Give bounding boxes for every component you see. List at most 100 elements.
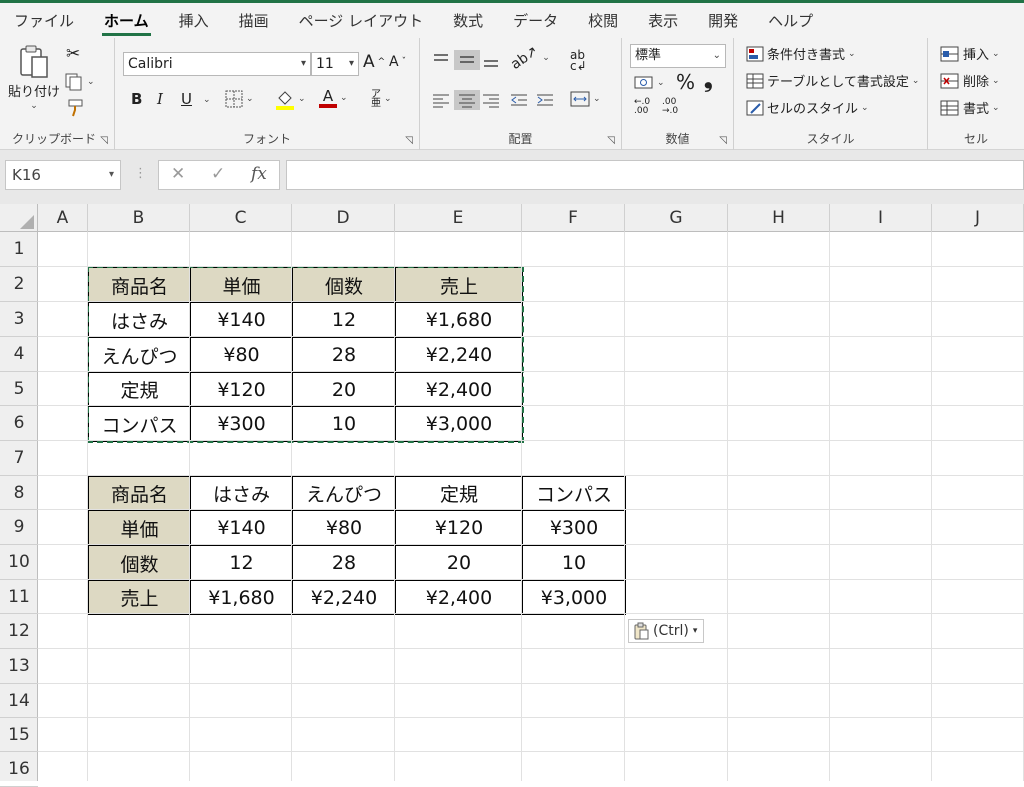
column-header[interactable]: E	[395, 204, 522, 232]
align-left-button[interactable]	[432, 92, 450, 108]
select-all-button[interactable]	[0, 204, 38, 232]
table-cell[interactable]: 10	[292, 406, 396, 442]
row-header[interactable]: 16	[0, 752, 38, 787]
column-header[interactable]: C	[190, 204, 292, 232]
row-header[interactable]: 8	[0, 476, 38, 510]
format-as-table-button[interactable]: テーブルとして書式設定 ⌄	[746, 71, 919, 90]
column-header[interactable]: H	[728, 204, 830, 232]
font-name-combo[interactable]: Calibri ▾	[123, 52, 311, 76]
formula-bar-grip-icon[interactable]: ⋮	[134, 166, 147, 181]
cell-styles-button[interactable]: セルのスタイル ⌄	[746, 98, 869, 117]
italic-button[interactable]: I	[157, 90, 163, 108]
table-header-cell[interactable]: 単価	[190, 267, 293, 303]
table-cell[interactable]: ¥2,400	[395, 580, 523, 615]
increase-font-size-icon[interactable]: A ^	[363, 52, 385, 72]
table-cell[interactable]: ¥1,680	[190, 580, 293, 615]
table-cell[interactable]: 12	[292, 302, 396, 338]
tab-developer[interactable]: 開発	[700, 6, 746, 36]
table-header-cell[interactable]: 単価	[88, 510, 191, 546]
format-cells-button[interactable]: 書式 ⌄	[940, 98, 1000, 117]
orientation-button[interactable]: ab↗ ⌄	[508, 43, 550, 73]
table-cell[interactable]: 20	[292, 372, 396, 407]
column-header[interactable]: I	[830, 204, 932, 232]
decrease-indent-button[interactable]	[510, 92, 528, 108]
align-center-button[interactable]	[454, 90, 480, 110]
row-header[interactable]: 5	[0, 372, 38, 406]
tab-draw[interactable]: 描画	[231, 6, 277, 36]
insert-cells-button[interactable]: 挿入 ⌄	[940, 44, 1000, 63]
row-header[interactable]: 7	[0, 441, 38, 476]
font-color-button[interactable]: A ⌄	[319, 88, 348, 108]
tab-home[interactable]: ホーム	[96, 6, 157, 36]
merge-center-button[interactable]: ⌄	[570, 90, 601, 108]
bold-button[interactable]: B	[131, 90, 142, 108]
table-cell[interactable]: ¥120	[395, 510, 523, 546]
align-right-button[interactable]	[482, 92, 500, 108]
align-bottom-button[interactable]	[482, 52, 500, 70]
tab-help[interactable]: ヘルプ	[760, 6, 821, 36]
enter-icon[interactable]: ✓	[211, 164, 225, 184]
table-cell[interactable]: 定規	[88, 372, 191, 407]
column-header[interactable]: G	[625, 204, 728, 232]
column-header[interactable]: A	[38, 204, 88, 232]
borders-button[interactable]: ⌄	[225, 90, 254, 108]
column-header[interactable]: D	[292, 204, 395, 232]
row-header[interactable]: 4	[0, 337, 38, 372]
table-cell[interactable]: ¥300	[522, 510, 626, 546]
formula-input[interactable]	[286, 160, 1024, 190]
worksheet-grid[interactable]: 商品名 単価 個数 売上 はさみ ¥140 12 ¥1,680 えんぴつ ¥80 28 ¥2,240 定…	[38, 232, 1024, 781]
alignment-launcher-icon[interactable]: ◹	[607, 135, 615, 146]
tab-insert[interactable]: 挿入	[171, 6, 217, 36]
paste-button[interactable]: 貼り付け ⌄	[8, 44, 60, 111]
table-cell[interactable]: 定規	[395, 476, 523, 511]
table-cell[interactable]: はさみ	[190, 476, 293, 511]
clipboard-launcher-icon[interactable]: ◹	[100, 135, 108, 146]
row-header[interactable]: 13	[0, 649, 38, 684]
row-header[interactable]: 1	[0, 232, 38, 267]
font-size-combo[interactable]: 11 ▾	[311, 52, 359, 76]
row-header[interactable]: 14	[0, 684, 38, 718]
name-box[interactable]: K16 ▾	[5, 160, 121, 190]
tab-page-layout[interactable]: ページ レイアウト	[291, 6, 431, 36]
table-cell[interactable]: 28	[292, 545, 396, 581]
table-cell[interactable]: ¥300	[190, 406, 293, 442]
row-header[interactable]: 2	[0, 267, 38, 302]
table-cell[interactable]: コンパス	[522, 476, 626, 511]
comma-style-button[interactable]: ❟	[704, 68, 713, 93]
table-header-cell[interactable]: 売上	[88, 580, 191, 615]
table-cell[interactable]: ¥80	[190, 337, 293, 373]
paste-dropdown-icon[interactable]: ⌄	[30, 101, 38, 111]
table-cell[interactable]: ¥120	[190, 372, 293, 407]
table-header-cell[interactable]: 商品名	[88, 476, 191, 511]
align-top-button[interactable]	[432, 52, 450, 68]
align-middle-button[interactable]	[454, 50, 480, 70]
table-cell[interactable]: 12	[190, 545, 293, 581]
column-header[interactable]: B	[88, 204, 190, 232]
number-format-combo[interactable]: 標準 ⌄	[630, 44, 726, 68]
copy-dropdown-icon[interactable]: ⌄	[87, 77, 95, 87]
column-header[interactable]: J	[932, 204, 1024, 232]
row-header[interactable]: 6	[0, 406, 38, 441]
decrease-font-size-icon[interactable]: Aˇ	[389, 54, 406, 70]
tab-view[interactable]: 表示	[640, 6, 686, 36]
percent-style-button[interactable]: %	[676, 70, 695, 94]
row-header[interactable]: 12	[0, 614, 38, 649]
row-header[interactable]: 11	[0, 580, 38, 614]
table-cell[interactable]: はさみ	[88, 302, 191, 338]
table-cell[interactable]: ¥140	[190, 510, 293, 546]
table-cell[interactable]: ¥2,240	[292, 580, 396, 615]
table-cell[interactable]: 10	[522, 545, 626, 581]
table-cell[interactable]: ¥1,680	[395, 302, 523, 338]
cut-icon[interactable]: ✂	[66, 44, 80, 64]
table-cell[interactable]: ¥3,000	[395, 406, 523, 442]
tab-file[interactable]: ファイル	[6, 6, 82, 36]
row-header[interactable]: 3	[0, 302, 38, 337]
font-launcher-icon[interactable]: ◹	[405, 135, 413, 146]
conditional-formatting-button[interactable]: 条件付き書式 ⌄	[746, 44, 856, 63]
fill-color-button[interactable]: ⌄	[275, 88, 306, 110]
table-cell[interactable]: コンパス	[88, 406, 191, 442]
row-header[interactable]: 9	[0, 510, 38, 545]
table-header-cell[interactable]: 個数	[88, 545, 191, 581]
table-cell[interactable]: ¥80	[292, 510, 396, 546]
tab-review[interactable]: 校閲	[580, 6, 626, 36]
